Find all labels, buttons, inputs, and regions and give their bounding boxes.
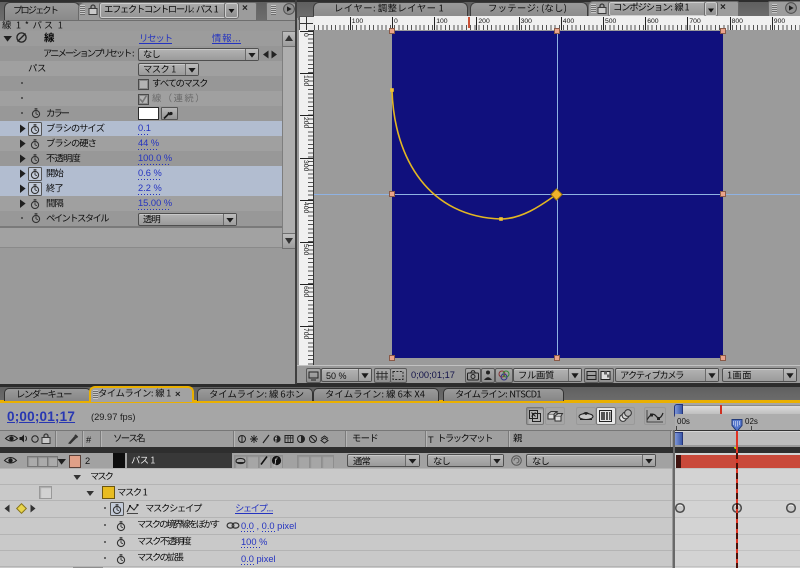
svg-text:f: f <box>275 437 277 444</box>
